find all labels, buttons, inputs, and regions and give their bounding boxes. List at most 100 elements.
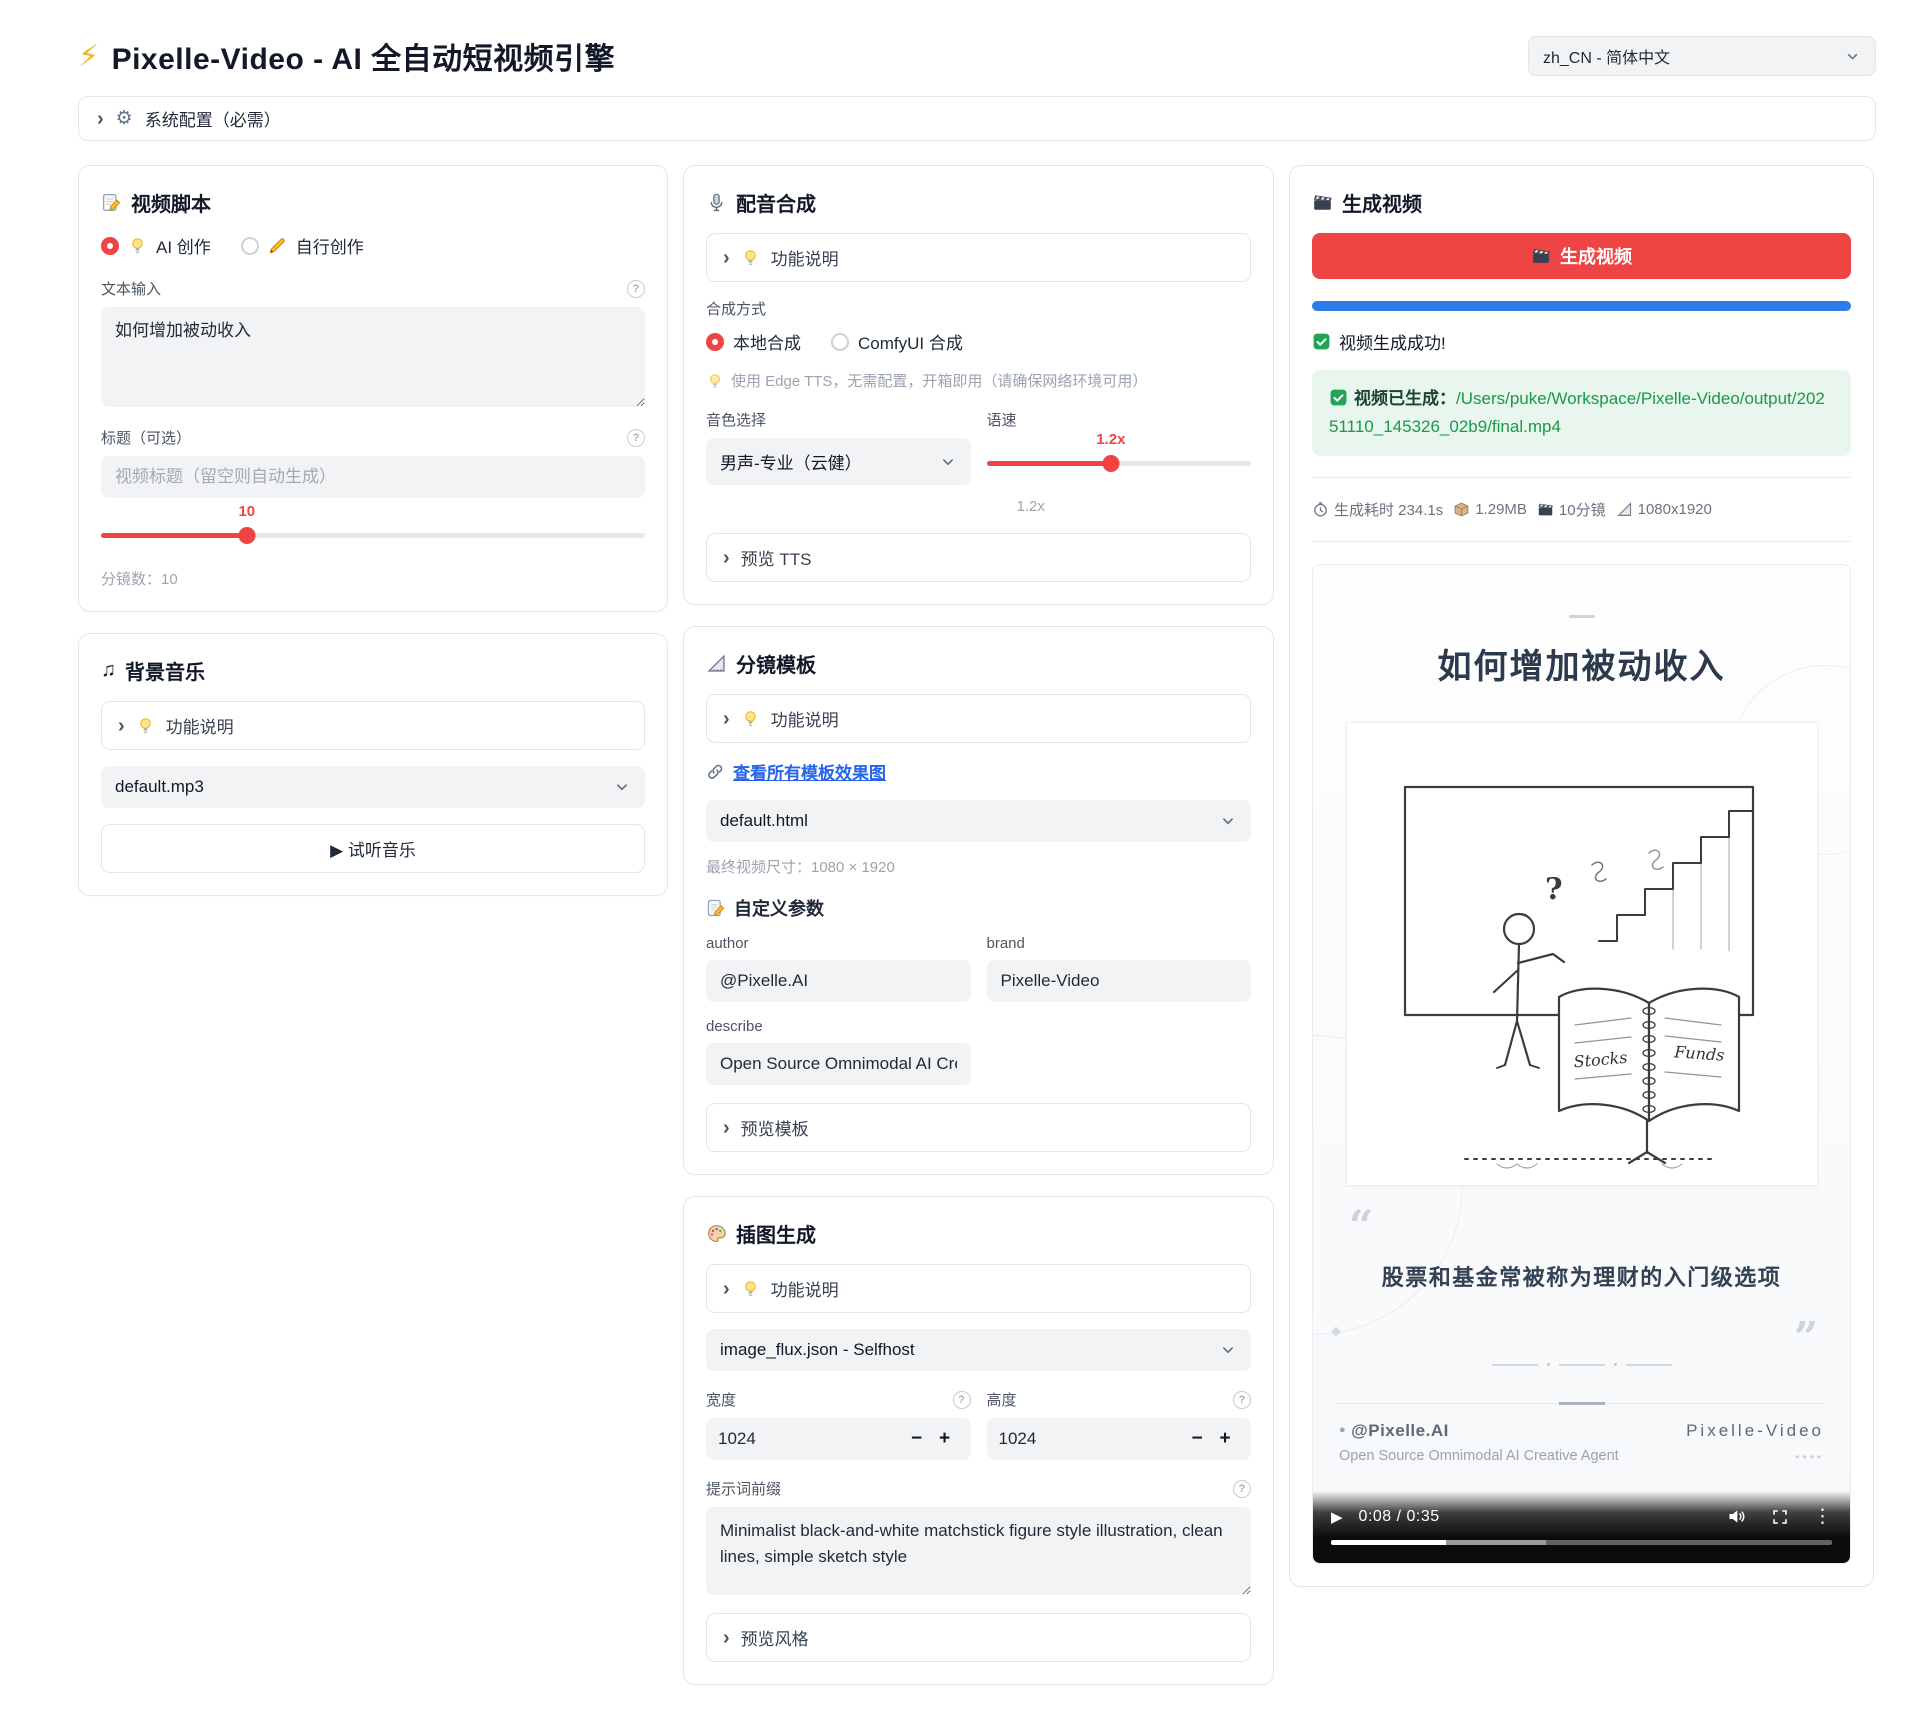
music-dropdown[interactable]: default.mp3 [101,766,645,808]
video-player[interactable]: 如何增加被动收入 [1312,564,1851,1564]
kebab-menu-icon[interactable]: ⋮ [1813,1505,1832,1528]
illustration-help-accordion[interactable]: › 功能说明 [706,1264,1251,1313]
author-input[interactable] [706,960,971,1002]
triangular-ruler-icon [706,653,727,674]
voice-label: 音色选择 [706,409,971,430]
storyboard-count-slider[interactable]: 10 [101,526,645,544]
music-help-accordion[interactable]: › 功能说明 [101,701,645,750]
custom-params-title: 自定义参数 [706,895,1251,921]
template-help-accordion[interactable]: › 功能说明 [706,694,1251,743]
memo-icon [101,192,122,213]
video-footer: ●@Pixelle.AI Open Source Omnimodal AI Cr… [1339,1421,1824,1464]
help-icon[interactable]: ? [1233,1480,1251,1498]
storyboard-template-panel: 分镜模板 › 功能说明 查看所有模板效果图 default.html 最终视频尺… [683,626,1274,1175]
chevron-right-icon: › [723,248,730,268]
app-title-text: Pixelle-Video - AI 全自动短视频引擎 [112,34,616,78]
tts-method-label: 合成方式 [706,298,1251,319]
clock-icon [1312,501,1329,518]
tts-method-radios: 本地合成 ComfyUI 合成 [706,329,1251,354]
tts-preview-accordion[interactable]: › 预览 TTS [706,533,1251,582]
brand-label: brand [987,935,1252,952]
radio-manual-create[interactable]: 自行创作 [241,233,364,258]
tts-panel: 配音合成 › 功能说明 合成方式 本地合成 ComfyUI 合成 [683,165,1274,605]
illustration-card: ? Stocks Funds [1347,723,1817,1185]
brand-input[interactable] [987,960,1252,1002]
video-progress-played [1331,1540,1446,1545]
generate-video-title: 生成视频 [1312,188,1851,217]
radio-ai-create[interactable]: AI 创作 [101,233,211,258]
help-icon[interactable]: ? [953,1391,971,1409]
help-icon[interactable]: ? [1233,1391,1251,1409]
book-label-right: Funds [1672,1042,1724,1065]
success-message: 视频生成成功! [1312,329,1851,354]
generation-stats: 生成耗时 234.1s 1.29MB 10分镜 1080x1920 [1312,499,1851,520]
fullscreen-icon[interactable] [1771,1508,1789,1526]
question-mark: ? [1545,872,1563,907]
video-size-info: 最终视频尺寸：1080 × 1920 [706,856,1251,877]
height-stepper[interactable]: 1024 − + [987,1418,1252,1460]
prompt-prefix-input[interactable]: Minimalist black-and-white matchstick fi… [706,1507,1251,1595]
template-dropdown[interactable]: default.html [706,800,1251,842]
speed-slider[interactable]: 1.2x [987,454,1252,472]
slider-handle[interactable] [1102,455,1119,472]
video-title-input[interactable] [101,456,645,498]
script-mode-radios: AI 创作 自行创作 [101,233,645,258]
describe-label: describe [706,1018,971,1035]
width-stepper[interactable]: 1024 − + [706,1418,971,1460]
radio-local-synthesis[interactable]: 本地合成 [706,329,801,354]
voice-dropdown[interactable]: 男声-专业（云健） [706,438,971,485]
text-input-label: 文本输入 [101,278,161,299]
video-script-panel: 视频脚本 AI 创作 自行创作 文本输入 ? 如何增加被动收入 [78,165,668,612]
increment-button[interactable]: + [1211,1428,1239,1450]
play-music-button[interactable]: ▶ 试听音乐 [101,824,645,873]
system-config-accordion[interactable]: › ⚙ 系统配置（必需） [78,96,1876,141]
decrement-button[interactable]: − [903,1428,931,1450]
play-icon[interactable]: ▶ [1331,1508,1343,1526]
view-templates-link[interactable]: 查看所有模板效果图 [733,759,886,784]
video-progress-buffered [1446,1540,1546,1545]
decorative-divider-dashes [1313,1363,1850,1366]
style-preview-accordion[interactable]: › 预览风格 [706,1613,1251,1662]
result-label: 视频已生成： [1354,389,1456,408]
bulb-icon [741,1279,760,1298]
header: ⚡ Pixelle-Video - AI 全自动短视频引擎 zh_CN - 简体… [78,34,1876,78]
footer-author: ●@Pixelle.AI [1339,1421,1619,1441]
generate-video-panel: 生成视频 生成视频 视频生成成功! 视频已生成：/Users/puke/Work… [1289,165,1874,1587]
check-icon [1312,332,1331,351]
width-value: 1024 [718,1429,903,1449]
radio-selected-icon [101,237,119,255]
template-preview-accordion[interactable]: › 预览模板 [706,1103,1251,1152]
help-icon[interactable]: ? [627,280,645,298]
increment-button[interactable]: + [931,1428,959,1450]
video-progress-bar[interactable] [1331,1540,1832,1545]
generate-video-button[interactable]: 生成视频 [1312,233,1851,279]
volume-icon[interactable] [1726,1506,1747,1527]
language-selector[interactable]: zh_CN - 简体中文 [1528,36,1876,76]
package-icon [1453,501,1470,518]
voice-dropdown-value: 男声-专业（云健） [720,449,862,474]
microphone-icon [706,192,727,213]
describe-input[interactable] [706,1043,971,1085]
close-quote-icon: ” [1794,1317,1818,1359]
radio-comfyui-synthesis[interactable]: ComfyUI 合成 [831,329,963,354]
bulb-icon [741,709,760,728]
radio-unselected-icon [241,237,259,255]
script-text-input[interactable]: 如何增加被动收入 [101,307,645,407]
decorative-dash [1569,615,1595,618]
footer-brand: Pixelle-Video [1686,1421,1824,1441]
template-dropdown-value: default.html [720,811,808,831]
tts-help-accordion[interactable]: › 功能说明 [706,233,1251,282]
footer-dots: •••• [1686,1450,1824,1464]
decrement-button[interactable]: − [1183,1428,1211,1450]
clapperboard-icon [1312,192,1333,213]
slider-handle[interactable] [238,527,255,544]
check-icon [1329,388,1348,407]
writing-hand-icon [268,236,287,255]
prompt-prefix-label: 提示词前缀 [706,1478,781,1499]
help-icon[interactable]: ? [627,429,645,447]
title-label: 标题（可选） [101,427,191,448]
bulb-icon [128,236,147,255]
diamond-icon: ◆ [1331,1323,1341,1339]
radio-unselected-icon [831,333,849,351]
workflow-dropdown[interactable]: image_flux.json - Selfhost [706,1329,1251,1371]
